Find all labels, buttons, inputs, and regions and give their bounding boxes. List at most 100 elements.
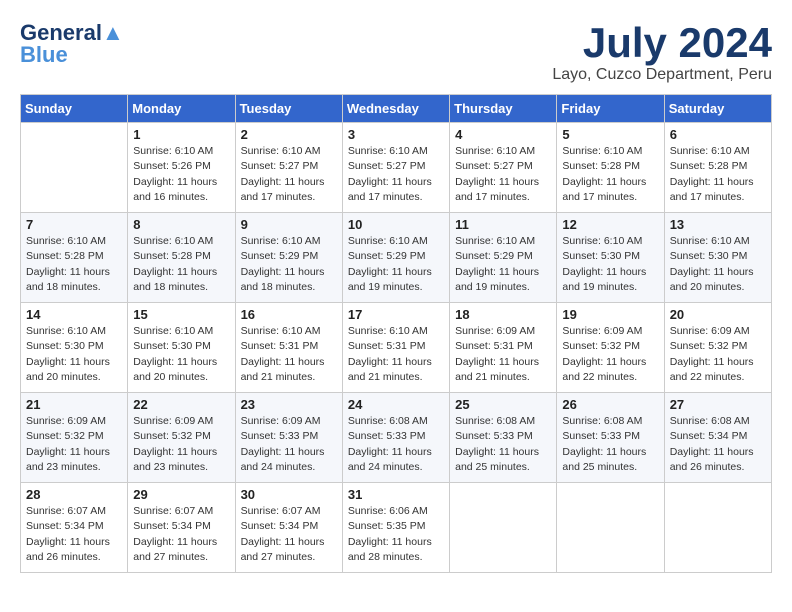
day-number: 17 xyxy=(348,307,444,322)
day-info: Sunrise: 6:10 AMSunset: 5:31 PMDaylight:… xyxy=(241,324,337,385)
day-number: 23 xyxy=(241,397,337,412)
table-row: 2Sunrise: 6:10 AMSunset: 5:27 PMDaylight… xyxy=(235,123,342,213)
table-row: 10 Sunrise: 6:10 AMSunset: 5:29 PMDayligh… xyxy=(342,213,449,303)
day-number: 27 xyxy=(670,397,766,412)
table-row: 27 Sunrise: 6:08 AMSunset: 5:34 PMDayligh… xyxy=(664,393,771,483)
day-info: Sunrise: 6:09 AMSunset: 5:33 PMDaylight:… xyxy=(241,414,337,475)
day-info: Sunrise: 6:09 AMSunset: 5:31 PMDaylight:… xyxy=(455,324,551,385)
table-row: 8 Sunrise: 6:10 AMSunset: 5:28 PMDaylight… xyxy=(128,213,235,303)
logo: General▲ Blue xyxy=(20,20,124,68)
day-info: Sunrise: 6:09 AMSunset: 5:32 PMDaylight:… xyxy=(26,414,122,475)
day-info: Sunrise: 6:10 AMSunset: 5:27 PMDaylight:… xyxy=(348,144,444,205)
title-block: July 2024 Layo, Cuzco Department, Peru xyxy=(552,20,772,84)
col-monday: Monday xyxy=(128,95,235,123)
day-number: 7 xyxy=(26,217,122,232)
col-wednesday: Wednesday xyxy=(342,95,449,123)
day-info: Sunrise: 6:07 AMSunset: 5:34 PMDaylight:… xyxy=(241,504,337,565)
table-row xyxy=(557,483,664,573)
day-number: 12 xyxy=(562,217,658,232)
day-info: Sunrise: 6:09 AMSunset: 5:32 PMDaylight:… xyxy=(133,414,229,475)
table-row: 14 Sunrise: 6:10 AMSunset: 5:30 PMDayligh… xyxy=(21,303,128,393)
day-number: 29 xyxy=(133,487,229,502)
table-row: 6Sunrise: 6:10 AMSunset: 5:28 PMDaylight… xyxy=(664,123,771,213)
table-row: 18 Sunrise: 6:09 AMSunset: 5:31 PMDayligh… xyxy=(450,303,557,393)
day-info: Sunrise: 6:10 AMSunset: 5:31 PMDaylight:… xyxy=(348,324,444,385)
day-number: 9 xyxy=(241,217,337,232)
col-thursday: Thursday xyxy=(450,95,557,123)
day-number: 24 xyxy=(348,397,444,412)
table-row: 7 Sunrise: 6:10 AMSunset: 5:28 PMDaylight… xyxy=(21,213,128,303)
day-info: Sunrise: 6:08 AMSunset: 5:33 PMDaylight:… xyxy=(455,414,551,475)
calendar-table: Sunday Monday Tuesday Wednesday Thursday… xyxy=(20,94,772,573)
day-number: 19 xyxy=(562,307,658,322)
day-info: Sunrise: 6:10 AMSunset: 5:30 PMDaylight:… xyxy=(562,234,658,295)
table-row: 11Sunrise: 6:10 AMSunset: 5:29 PMDayligh… xyxy=(450,213,557,303)
table-row xyxy=(664,483,771,573)
day-number: 13 xyxy=(670,217,766,232)
day-number: 14 xyxy=(26,307,122,322)
calendar-week-row: 28 Sunrise: 6:07 AMSunset: 5:34 PMDayligh… xyxy=(21,483,772,573)
day-info: Sunrise: 6:10 AMSunset: 5:28 PMDaylight:… xyxy=(562,144,658,205)
day-info: Sunrise: 6:10 AMSunset: 5:30 PMDaylight:… xyxy=(26,324,122,385)
day-number: 8 xyxy=(133,217,229,232)
table-row: 19 Sunrise: 6:09 AMSunset: 5:32 PMDayligh… xyxy=(557,303,664,393)
day-info: Sunrise: 6:08 AMSunset: 5:33 PMDaylight:… xyxy=(562,414,658,475)
day-number: 1 xyxy=(133,127,229,142)
table-row: 25 Sunrise: 6:08 AMSunset: 5:33 PMDayligh… xyxy=(450,393,557,483)
day-number: 26 xyxy=(562,397,658,412)
table-row: 21Sunrise: 6:09 AMSunset: 5:32 PMDayligh… xyxy=(21,393,128,483)
calendar-week-row: 14 Sunrise: 6:10 AMSunset: 5:30 PMDayligh… xyxy=(21,303,772,393)
col-saturday: Saturday xyxy=(664,95,771,123)
month-title: July 2024 xyxy=(552,20,772,66)
page-header: General▲ Blue July 2024 Layo, Cuzco Depa… xyxy=(20,20,772,84)
day-number: 28 xyxy=(26,487,122,502)
calendar-week-row: 21Sunrise: 6:09 AMSunset: 5:32 PMDayligh… xyxy=(21,393,772,483)
col-tuesday: Tuesday xyxy=(235,95,342,123)
table-row: 24 Sunrise: 6:08 AMSunset: 5:33 PMDayligh… xyxy=(342,393,449,483)
day-info: Sunrise: 6:10 AMSunset: 5:28 PMDaylight:… xyxy=(26,234,122,295)
table-row: 31 Sunrise: 6:06 AMSunset: 5:35 PMDayligh… xyxy=(342,483,449,573)
calendar-week-row: 7 Sunrise: 6:10 AMSunset: 5:28 PMDaylight… xyxy=(21,213,772,303)
day-number: 22 xyxy=(133,397,229,412)
day-number: 6 xyxy=(670,127,766,142)
calendar-week-row: 1 Sunrise: 6:10 AMSunset: 5:26 PMDaylight… xyxy=(21,123,772,213)
table-row xyxy=(21,123,128,213)
day-info: Sunrise: 6:10 AMSunset: 5:30 PMDaylight:… xyxy=(670,234,766,295)
table-row: 20Sunrise: 6:09 AMSunset: 5:32 PMDayligh… xyxy=(664,303,771,393)
table-row: 28Sunrise: 6:07 AMSunset: 5:34 PMDayligh… xyxy=(21,483,128,573)
day-info: Sunrise: 6:09 AMSunset: 5:32 PMDaylight:… xyxy=(562,324,658,385)
day-number: 10 xyxy=(348,217,444,232)
table-row: 22 Sunrise: 6:09 AMSunset: 5:32 PMDayligh… xyxy=(128,393,235,483)
table-row: 3 Sunrise: 6:10 AMSunset: 5:27 PMDaylight… xyxy=(342,123,449,213)
day-number: 31 xyxy=(348,487,444,502)
col-sunday: Sunday xyxy=(21,95,128,123)
day-info: Sunrise: 6:08 AMSunset: 5:34 PMDaylight:… xyxy=(670,414,766,475)
day-info: Sunrise: 6:06 AMSunset: 5:35 PMDaylight:… xyxy=(348,504,444,565)
location-title: Layo, Cuzco Department, Peru xyxy=(552,66,772,84)
day-number: 3 xyxy=(348,127,444,142)
day-info: Sunrise: 6:10 AMSunset: 5:26 PMDaylight:… xyxy=(133,144,229,205)
table-row: 13 Sunrise: 6:10 AMSunset: 5:30 PMDayligh… xyxy=(664,213,771,303)
calendar-header-row: Sunday Monday Tuesday Wednesday Thursday… xyxy=(21,95,772,123)
table-row: 29Sunrise: 6:07 AMSunset: 5:34 PMDayligh… xyxy=(128,483,235,573)
table-row: 12 Sunrise: 6:10 AMSunset: 5:30 PMDayligh… xyxy=(557,213,664,303)
day-info: Sunrise: 6:10 AMSunset: 5:30 PMDaylight:… xyxy=(133,324,229,385)
day-info: Sunrise: 6:09 AMSunset: 5:32 PMDaylight:… xyxy=(670,324,766,385)
col-friday: Friday xyxy=(557,95,664,123)
day-info: Sunrise: 6:10 AMSunset: 5:27 PMDaylight:… xyxy=(241,144,337,205)
day-info: Sunrise: 6:08 AMSunset: 5:33 PMDaylight:… xyxy=(348,414,444,475)
day-info: Sunrise: 6:10 AMSunset: 5:27 PMDaylight:… xyxy=(455,144,551,205)
day-info: Sunrise: 6:10 AMSunset: 5:29 PMDaylight:… xyxy=(348,234,444,295)
table-row: 4 Sunrise: 6:10 AMSunset: 5:27 PMDaylight… xyxy=(450,123,557,213)
day-number: 16 xyxy=(241,307,337,322)
day-number: 25 xyxy=(455,397,551,412)
table-row: 23 Sunrise: 6:09 AMSunset: 5:33 PMDayligh… xyxy=(235,393,342,483)
table-row: 17 Sunrise: 6:10 AMSunset: 5:31 PMDayligh… xyxy=(342,303,449,393)
day-info: Sunrise: 6:10 AMSunset: 5:28 PMDaylight:… xyxy=(133,234,229,295)
table-row xyxy=(450,483,557,573)
table-row: 30Sunrise: 6:07 AMSunset: 5:34 PMDayligh… xyxy=(235,483,342,573)
day-number: 4 xyxy=(455,127,551,142)
logo-line2: Blue xyxy=(20,42,68,68)
day-number: 18 xyxy=(455,307,551,322)
table-row: 9Sunrise: 6:10 AMSunset: 5:29 PMDaylight… xyxy=(235,213,342,303)
